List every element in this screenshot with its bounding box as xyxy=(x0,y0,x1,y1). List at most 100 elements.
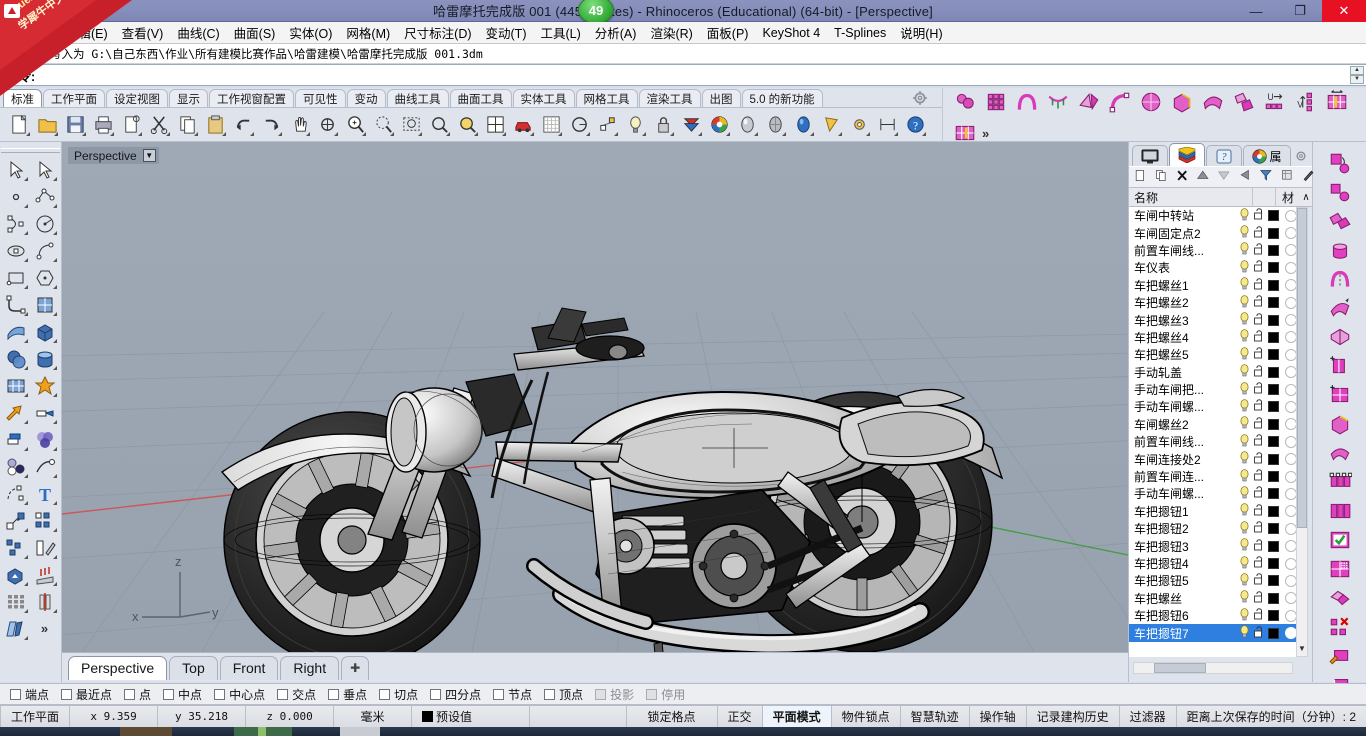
osnap-0[interactable]: 端点 xyxy=(10,686,49,703)
light-bulb-icon[interactable] xyxy=(1237,225,1251,241)
layer-row[interactable]: 车把螺丝 xyxy=(1129,590,1297,607)
unlock-icon[interactable] xyxy=(1251,243,1265,258)
light-bulb-icon[interactable] xyxy=(1237,555,1251,572)
paste-icon[interactable] xyxy=(202,112,228,138)
layer-color-icon[interactable] xyxy=(678,112,704,138)
layer-color-swatch[interactable] xyxy=(1268,558,1279,569)
grid-snap-icon[interactable] xyxy=(538,112,564,138)
layer-name[interactable]: 前置车闸线... xyxy=(1134,242,1237,259)
layer-row[interactable]: 车闸中转站 xyxy=(1129,207,1297,224)
menu-item-7[interactable]: 尺寸标注(D) xyxy=(397,21,478,44)
mirror-axis-icon[interactable] xyxy=(30,588,59,615)
redo-icon[interactable] xyxy=(258,112,284,138)
split-icon[interactable] xyxy=(1,426,30,453)
spotlight-icon[interactable] xyxy=(818,112,844,138)
toolbar-tab-11[interactable]: 渲染工具 xyxy=(638,89,701,107)
layer-name[interactable]: 车把摁钮6 xyxy=(1134,607,1237,624)
duplicate-layer-icon[interactable] xyxy=(1154,168,1172,186)
osnap-7[interactable]: 切点 xyxy=(379,686,418,703)
fillet-curve-icon[interactable] xyxy=(1,291,30,318)
status-cplane[interactable]: 工作平面 xyxy=(0,705,71,728)
checkbox[interactable] xyxy=(430,688,442,700)
viewport-canvas[interactable]: x y z xyxy=(62,142,1128,652)
copy-array-icon[interactable] xyxy=(1,534,30,561)
properties-panel-tab[interactable]: 属 xyxy=(1243,145,1291,166)
control-points-icon[interactable] xyxy=(594,112,620,138)
command-scroll-up[interactable]: ▲ xyxy=(1350,66,1364,75)
unlock-icon[interactable] xyxy=(1251,469,1265,484)
checkbox[interactable] xyxy=(595,688,607,700)
cylinder-icon[interactable] xyxy=(30,345,59,372)
layer-list-scrollbar[interactable]: ▼ xyxy=(1296,207,1308,657)
tspline-columns-icon[interactable] xyxy=(1325,496,1355,525)
control-point-curve-icon[interactable] xyxy=(1,210,30,237)
layer-name[interactable]: 车把螺丝5 xyxy=(1134,346,1237,363)
light-bulb-icon[interactable] xyxy=(1237,242,1251,258)
arc-icon[interactable] xyxy=(30,237,59,264)
light-bulb-icon[interactable] xyxy=(1237,468,1251,485)
close-button[interactable]: ✕ xyxy=(1322,0,1366,22)
tspline-box-icon[interactable] xyxy=(1168,88,1196,116)
toolbar-tab-6[interactable]: 变动 xyxy=(346,89,386,107)
checkbox[interactable] xyxy=(277,688,289,700)
layer-color-swatch[interactable] xyxy=(1268,210,1279,222)
osnap-6[interactable]: 垂点 xyxy=(328,686,367,703)
layer-name[interactable]: 车把摁钮3 xyxy=(1134,538,1237,555)
light-bulb-icon[interactable] xyxy=(1237,607,1251,624)
layer-name[interactable]: 车闸固定点2 xyxy=(1134,225,1237,242)
osnap-10[interactable]: 顶点 xyxy=(544,686,583,703)
delete-layer-icon[interactable] xyxy=(1175,168,1193,186)
viewport-tab-right[interactable]: Right xyxy=(280,655,340,680)
column-name[interactable]: 名称 xyxy=(1129,189,1252,206)
tspline-add-grid-icon[interactable] xyxy=(1325,380,1355,409)
unlock-icon[interactable] xyxy=(1251,417,1265,432)
command-line[interactable]: 指令: xyxy=(0,64,1366,86)
menu-item-4[interactable]: 曲面(S) xyxy=(227,21,283,44)
layer-name[interactable]: 车闸连接处2 xyxy=(1134,451,1237,468)
tspline-bevel-icon[interactable] xyxy=(1325,322,1355,351)
layer-row[interactable]: 前置车闸线... xyxy=(1129,242,1297,259)
viewport-title[interactable]: Perspective ▼ xyxy=(68,147,159,164)
toolbar-tab-10[interactable]: 网格工具 xyxy=(575,89,638,107)
circle-tool-icon[interactable] xyxy=(566,112,592,138)
zoom-extents-icon[interactable] xyxy=(314,112,340,138)
tspline-subdivide-icon[interactable] xyxy=(1325,554,1355,583)
light-bulb-icon[interactable] xyxy=(1237,433,1251,450)
layer-color-swatch[interactable] xyxy=(1268,366,1279,378)
unlock-icon[interactable] xyxy=(1251,312,1265,328)
layer-color-swatch[interactable] xyxy=(1268,401,1279,413)
tspline-unfold-icon[interactable] xyxy=(1325,206,1355,235)
layer-row[interactable]: 前置车闸线... xyxy=(1129,433,1297,450)
tspline-curve-surface-icon[interactable] xyxy=(1325,293,1355,322)
light-bulb-icon[interactable] xyxy=(622,112,648,138)
zoom-window-icon[interactable] xyxy=(398,112,424,138)
tspline-box-mode-icon[interactable] xyxy=(1325,409,1355,438)
layer-name[interactable]: 手动车闸把... xyxy=(1134,381,1237,398)
layer-row[interactable]: 手动轧盖 xyxy=(1129,364,1297,381)
unlock-icon[interactable] xyxy=(1251,625,1265,641)
light-bulb-icon[interactable] xyxy=(1237,312,1251,328)
menu-item-10[interactable]: 分析(A) xyxy=(588,21,644,44)
tspline-sweep2-icon[interactable] xyxy=(1325,438,1355,467)
light-bulb-icon[interactable] xyxy=(1237,503,1251,519)
unlock-icon[interactable] xyxy=(1251,382,1265,397)
status-planar[interactable]: 平面模式 xyxy=(762,705,832,728)
tspline-flip-icon[interactable] xyxy=(1075,88,1103,116)
menu-item-11[interactable]: 渲染(R) xyxy=(643,21,699,44)
properties-grid-icon[interactable] xyxy=(1280,168,1298,186)
points-merge-icon[interactable] xyxy=(1,453,30,480)
menu-item-1[interactable]: 编辑(E) xyxy=(59,21,115,44)
shade-sphere-icon[interactable] xyxy=(734,112,760,138)
extrude-solid-icon[interactable] xyxy=(1,561,30,588)
tspline-bridge-arc-icon[interactable] xyxy=(1325,264,1355,293)
zoom-selected-icon[interactable] xyxy=(426,112,452,138)
status-smarttrack[interactable]: 智慧轨迹 xyxy=(901,705,970,728)
light-bulb-icon[interactable] xyxy=(1237,573,1251,589)
zoom-in-icon[interactable] xyxy=(342,112,368,138)
light-bulb-icon[interactable] xyxy=(1237,590,1251,606)
toolbar-tab-8[interactable]: 曲面工具 xyxy=(449,89,512,107)
rect-array-icon[interactable] xyxy=(1,588,30,615)
extrude-curve-icon[interactable] xyxy=(30,561,59,588)
light-bulb-icon[interactable] xyxy=(1237,364,1251,380)
text-tool-icon[interactable]: T xyxy=(30,480,59,507)
